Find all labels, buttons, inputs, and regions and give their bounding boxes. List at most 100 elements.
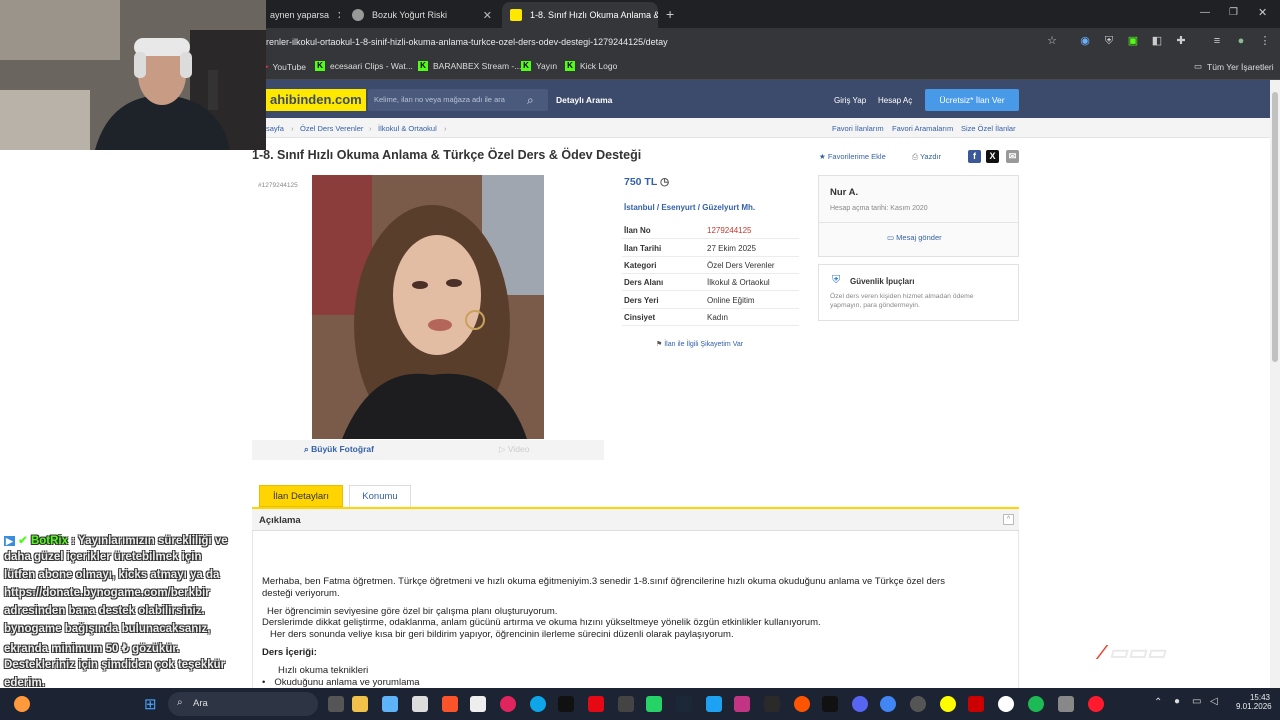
add-favorite-link[interactable]: ★ Favorilerime Ekle bbox=[819, 152, 886, 161]
new-tab-icon[interactable]: + bbox=[666, 6, 674, 22]
app-icon[interactable] bbox=[1058, 696, 1074, 712]
restore-icon[interactable]: ❐ bbox=[1229, 7, 1238, 18]
app-icon[interactable] bbox=[910, 696, 926, 712]
copilot-icon[interactable] bbox=[382, 696, 398, 712]
chrome-icon[interactable] bbox=[880, 696, 896, 712]
special-ads-link[interactable]: Size Özel İlanlar bbox=[961, 124, 1016, 133]
safety-tips-box: ⛨ Güvenlik İpuçları Özel ders veren kişi… bbox=[818, 264, 1019, 321]
browser-tab[interactable]: aynen yaparsa ✕ bbox=[262, 2, 340, 28]
send-message-button[interactable]: ▭ Mesaj gönder bbox=[887, 233, 942, 242]
menu-icon[interactable]: ⋮ bbox=[1258, 34, 1272, 48]
extension-icon[interactable]: ◧ bbox=[1150, 34, 1164, 48]
mail-icon[interactable]: ✉ bbox=[1006, 150, 1019, 163]
register-link[interactable]: Hesap Aç bbox=[878, 96, 912, 105]
task-view-icon[interactable] bbox=[328, 696, 344, 712]
detail-value: Online Eğitim bbox=[707, 296, 755, 305]
window-close-icon[interactable]: ✕ bbox=[1258, 6, 1267, 19]
yandex-icon[interactable] bbox=[998, 696, 1014, 712]
all-bookmarks[interactable]: ▭ Tüm Yer İşaretleri bbox=[1194, 61, 1274, 72]
tiktok-icon[interactable] bbox=[558, 696, 574, 712]
widget-icon[interactable] bbox=[14, 696, 30, 712]
extension-icon[interactable]: ◉ bbox=[1078, 34, 1092, 48]
favorite-searches-link[interactable]: Favori Aramalarım bbox=[892, 124, 953, 133]
tab-location[interactable]: Konumu bbox=[349, 485, 411, 507]
print-link[interactable]: ⎙ Yazdır bbox=[912, 152, 941, 162]
app-icon[interactable] bbox=[618, 696, 634, 712]
video-button[interactable]: ▷ Video bbox=[499, 444, 530, 455]
favorite-ads-link[interactable]: Favori İlanlarım bbox=[832, 124, 884, 133]
chat-text: bynogame bağışında bulunacaksanız, bbox=[4, 623, 211, 635]
collapse-icon[interactable]: ^ bbox=[1003, 514, 1014, 525]
minimize-icon[interactable]: — bbox=[1200, 7, 1210, 18]
ad-id-small: #1279244125 bbox=[258, 182, 298, 189]
complaint-link[interactable]: ⚑ İlan ile İlgili Şikayetim Var bbox=[656, 340, 743, 348]
app-icon[interactable] bbox=[764, 696, 780, 712]
netflix-icon[interactable] bbox=[588, 696, 604, 712]
file-explorer-icon[interactable] bbox=[352, 696, 368, 712]
edge-icon[interactable] bbox=[530, 696, 546, 712]
search-icon[interactable]: ⌕ bbox=[527, 93, 541, 107]
puzzle-icon[interactable]: ✚ bbox=[1174, 34, 1188, 48]
soundcloud-icon[interactable] bbox=[794, 696, 810, 712]
extension-icon[interactable]: ▣ bbox=[1126, 34, 1140, 48]
brave-icon[interactable] bbox=[442, 696, 458, 712]
instagram-icon[interactable] bbox=[734, 696, 750, 712]
listing-photo[interactable] bbox=[312, 175, 544, 439]
detail-row: Cinsiyet Kadın bbox=[622, 309, 799, 326]
close-icon[interactable]: ✕ bbox=[475, 9, 492, 22]
network-icon[interactable]: ▭ bbox=[1192, 696, 1201, 707]
facebook-icon[interactable]: f bbox=[968, 150, 981, 163]
browser-tab[interactable]: Bozuk Yoğurt Riski ✕ bbox=[344, 2, 500, 28]
close-icon[interactable]: ✕ bbox=[329, 9, 340, 22]
avatar[interactable]: ● bbox=[1234, 34, 1248, 48]
description-text: Derslerimde dikkat geliştirme, odaklanma… bbox=[262, 617, 821, 628]
app-icon[interactable] bbox=[412, 696, 428, 712]
opera-icon[interactable] bbox=[1088, 696, 1104, 712]
volume-icon[interactable]: ◁ bbox=[1210, 696, 1218, 707]
description-text: desteği veriyorum. bbox=[262, 588, 340, 599]
shield-icon[interactable]: ⛨ bbox=[1102, 34, 1116, 48]
detailed-search-link[interactable]: Detaylı Arama bbox=[556, 95, 612, 105]
breadcrumb-item[interactable]: sayfa bbox=[266, 124, 284, 133]
login-link[interactable]: Giriş Yap bbox=[834, 96, 866, 105]
chevron-up-icon[interactable]: ⌃ bbox=[1154, 697, 1162, 708]
media-icon[interactable] bbox=[500, 696, 516, 712]
kick-icon: K bbox=[565, 61, 575, 71]
bookmark[interactable]: ▶YouTube bbox=[262, 61, 306, 72]
breadcrumb-item[interactable]: Özel Ders Verenler bbox=[300, 124, 363, 133]
whatsapp-icon[interactable] bbox=[646, 696, 662, 712]
windows-start-icon[interactable]: ⊞ bbox=[144, 695, 157, 713]
reading-list-icon[interactable]: ≡ bbox=[1210, 34, 1224, 48]
site-logo[interactable]: ahibinden.com bbox=[266, 89, 366, 111]
big-photo-button[interactable]: ⌕ Büyük Fotoğraf bbox=[304, 444, 374, 455]
twitter-icon[interactable] bbox=[706, 696, 722, 712]
app-icon[interactable] bbox=[968, 696, 984, 712]
bookmark[interactable]: K Kick Logo bbox=[565, 61, 617, 71]
notepad-icon[interactable] bbox=[470, 696, 486, 712]
description-text: Her öğrencimin seviyesine göre özel bir … bbox=[267, 606, 558, 617]
history-icon[interactable]: ◷ bbox=[660, 176, 669, 188]
scrollbar-thumb[interactable] bbox=[1272, 92, 1278, 362]
x-icon[interactable]: X bbox=[986, 150, 999, 163]
star-icon[interactable]: ☆ bbox=[1045, 34, 1059, 48]
clock[interactable]: 15:43 9.01.2026 bbox=[1236, 693, 1272, 711]
bookmark[interactable]: K Yayın bbox=[521, 61, 557, 71]
taskbar-search-input[interactable]: ⌕ Ara bbox=[168, 692, 318, 716]
seller-name[interactable]: Nur A. bbox=[830, 187, 858, 198]
mic-icon[interactable]: ● bbox=[1174, 696, 1180, 707]
discord-icon[interactable] bbox=[852, 696, 868, 712]
breadcrumb-item[interactable]: İlkokul & Ortaokul bbox=[378, 124, 437, 133]
tab-ad-details[interactable]: İlan Detayları bbox=[259, 485, 343, 507]
post-ad-button[interactable]: Ücretsiz* İlan Ver bbox=[925, 89, 1019, 111]
watermark-logo: ⁄ ▭▭▭ bbox=[1100, 642, 1166, 664]
epic-games-icon[interactable] bbox=[822, 696, 838, 712]
url-field[interactable]: renler-ilkokul-ortaokul-1-8-sinif-hizli-… bbox=[266, 34, 1026, 50]
steam-icon[interactable] bbox=[676, 696, 692, 712]
search-input[interactable]: Kelime, ilan no veya mağaza adı ile ara bbox=[368, 89, 548, 111]
spotify-icon[interactable] bbox=[1028, 696, 1044, 712]
browser-tab-active[interactable]: 1-8. Sınıf Hızlı Okuma Anlama & ✕ bbox=[502, 2, 658, 28]
location-link[interactable]: İstanbul / Esenyurt / Güzelyurt Mh. bbox=[624, 203, 755, 212]
bookmark[interactable]: Kecesaari Clips - Wat... bbox=[315, 61, 413, 71]
bookmark[interactable]: K BARANBEX Stream -... bbox=[418, 61, 521, 71]
snapchat-icon[interactable] bbox=[940, 696, 956, 712]
